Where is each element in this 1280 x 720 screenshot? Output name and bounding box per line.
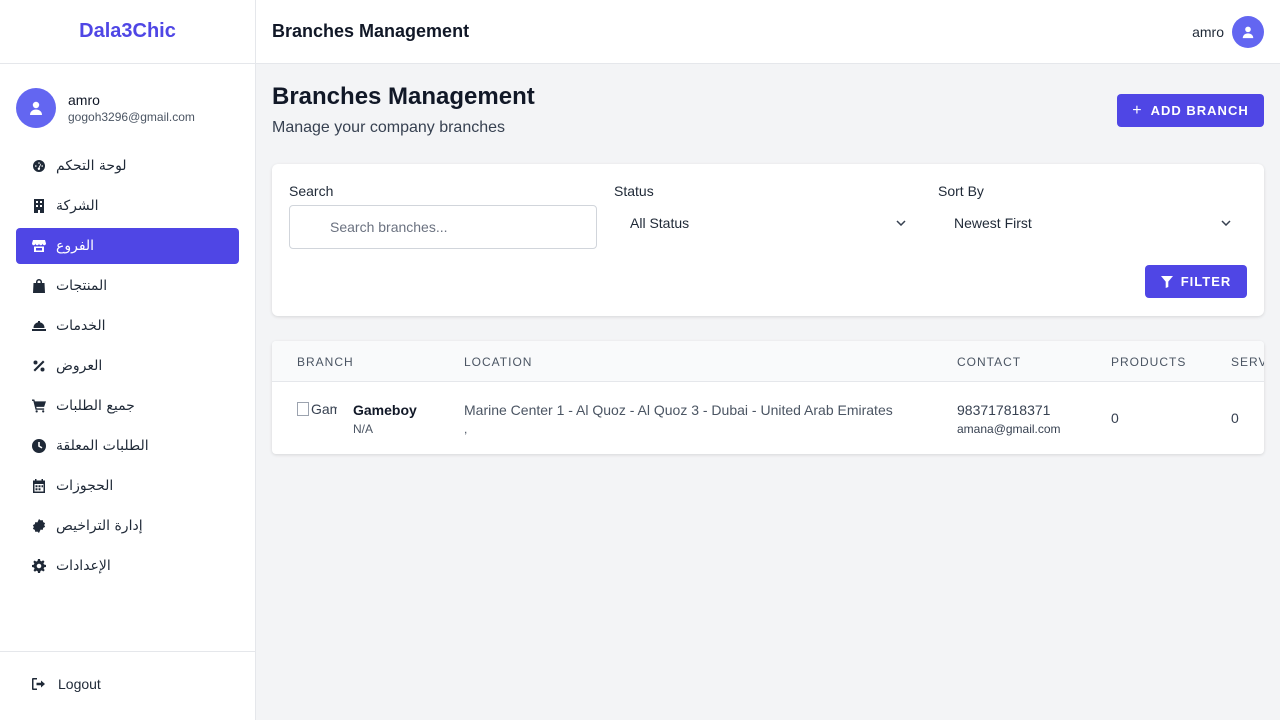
dashboard-icon — [32, 159, 46, 173]
sidebar-user-email: gogoh3296@gmail.com — [68, 110, 195, 124]
avatar[interactable] — [16, 88, 56, 128]
gear-icon — [32, 559, 46, 573]
top-header: Branches Management amro — [256, 0, 1280, 64]
sidebar-item-label: جميع الطلبات — [56, 398, 135, 414]
sidebar: Dala3Chic amro gogoh3296@gmail.com لوحة … — [0, 0, 256, 720]
brand-logo-text[interactable]: Dala3Chic — [79, 20, 176, 43]
page-subtitle: Manage your company branches — [272, 119, 506, 136]
broken-image-icon — [297, 402, 309, 416]
header-title: Branches Management — [272, 21, 470, 41]
logout-label: Logout — [58, 676, 101, 692]
column-header-products: PRODUCTS — [1111, 355, 1187, 369]
sidebar-item-products[interactable]: المنتجات — [16, 268, 239, 304]
branch-image-alt: Gameboy — [311, 401, 337, 417]
table-header: BRANCH LOCATION CONTACT PRODUCTS SERVICE… — [272, 341, 1264, 382]
sidebar-item-services[interactable]: الخدمات — [16, 308, 239, 344]
column-header-location: LOCATION — [464, 355, 533, 369]
chevron-down-icon — [896, 220, 906, 226]
sidebar-nav: لوحة التحكم الشركة الفروع المنتجات الخدم… — [16, 148, 239, 588]
sidebar-item-pending-orders[interactable]: الطلبات المعلقة — [16, 428, 239, 464]
funnel-icon — [1160, 275, 1173, 288]
filter-button-label: FILTER — [1180, 274, 1232, 289]
sidebar-item-label: الحجوزات — [56, 478, 114, 494]
branches-table: BRANCH LOCATION CONTACT PRODUCTS SERVICE… — [272, 341, 1264, 454]
service-bell-icon — [32, 319, 46, 333]
branch-code: N/A — [353, 422, 374, 436]
status-label: Status — [614, 183, 654, 199]
page-title: Branches Management — [272, 83, 535, 110]
calendar-icon — [32, 479, 46, 493]
sidebar-item-all-orders[interactable]: جميع الطلبات — [16, 388, 239, 424]
sidebar-item-offers[interactable]: العروض — [16, 348, 239, 384]
sidebar-item-label: المنتجات — [56, 278, 108, 294]
sidebar-item-bookings[interactable]: الحجوزات — [16, 468, 239, 504]
cart-icon — [32, 399, 46, 413]
sort-label: Sort By — [938, 183, 984, 199]
column-header-services: SERVICES — [1231, 355, 1264, 369]
sidebar-item-settings[interactable]: الإعدادات — [16, 548, 239, 584]
branch-location-extra: , — [464, 422, 468, 436]
sidebar-item-label: العروض — [56, 358, 103, 374]
store-icon — [32, 239, 46, 253]
branch-phone: 983717818371 — [957, 402, 1051, 418]
sidebar-user-profile: amro gogoh3296@gmail.com — [16, 88, 195, 128]
branch-name[interactable]: Gameboy — [353, 402, 417, 418]
sidebar-item-label: الطلبات المعلقة — [56, 438, 149, 454]
header-user-name: amro — [1192, 24, 1224, 40]
certificate-icon — [32, 519, 46, 533]
column-header-contact: CONTACT — [957, 355, 1022, 369]
user-icon — [30, 101, 42, 115]
status-select[interactable]: All Status — [614, 205, 922, 241]
percent-icon — [32, 359, 46, 373]
building-icon — [32, 199, 46, 213]
sidebar-item-label: إدارة التراخيص — [56, 518, 143, 534]
branch-image: Gameboy — [297, 399, 337, 419]
header-user-menu[interactable]: amro — [1192, 16, 1264, 48]
table-row[interactable]: Gameboy Gameboy N/A Marine Center 1 - Al… — [272, 382, 1264, 454]
avatar[interactable] — [1232, 16, 1264, 48]
sidebar-item-company[interactable]: الشركة — [16, 188, 239, 224]
chevron-down-icon — [1221, 220, 1231, 226]
logout-button[interactable]: Logout — [32, 676, 101, 692]
search-label: Search — [289, 183, 334, 199]
branch-email: amana@gmail.com — [957, 422, 1061, 436]
add-branch-button[interactable]: + ADD BRANCH — [1117, 94, 1264, 127]
sidebar-item-label: الخدمات — [56, 318, 106, 334]
sidebar-item-label: لوحة التحكم — [56, 158, 127, 174]
sidebar-item-label: الفروع — [56, 238, 95, 254]
logout-icon — [32, 678, 45, 690]
sort-select-value: Newest First — [954, 215, 1032, 231]
sidebar-item-dashboard[interactable]: لوحة التحكم — [16, 148, 239, 184]
sidebar-item-licenses[interactable]: إدارة التراخيص — [16, 508, 239, 544]
sort-select[interactable]: Newest First — [938, 205, 1247, 241]
brand-bar: Dala3Chic — [0, 0, 255, 64]
branch-services-count: 0 — [1231, 410, 1239, 426]
add-branch-label: ADD BRANCH — [1150, 103, 1249, 118]
branch-location: Marine Center 1 - Al Quoz - Al Quoz 3 - … — [464, 402, 893, 418]
branch-products-count: 0 — [1111, 410, 1119, 426]
shopping-bag-icon — [32, 279, 46, 293]
column-header-branch: BRANCH — [297, 355, 354, 369]
plus-icon: + — [1132, 101, 1143, 119]
filter-button[interactable]: FILTER — [1145, 265, 1247, 298]
user-icon — [1242, 26, 1254, 39]
sidebar-item-branches[interactable]: الفروع — [16, 228, 239, 264]
sidebar-footer: Logout — [0, 651, 255, 720]
sidebar-item-label: الإعدادات — [56, 558, 111, 574]
clock-icon — [32, 439, 46, 453]
filter-panel: Search Status All Status Sort By Newest … — [272, 164, 1264, 316]
sidebar-item-label: الشركة — [56, 198, 99, 214]
status-select-value: All Status — [630, 215, 690, 231]
sidebar-user-name: amro — [68, 92, 100, 108]
search-input[interactable] — [289, 205, 597, 249]
